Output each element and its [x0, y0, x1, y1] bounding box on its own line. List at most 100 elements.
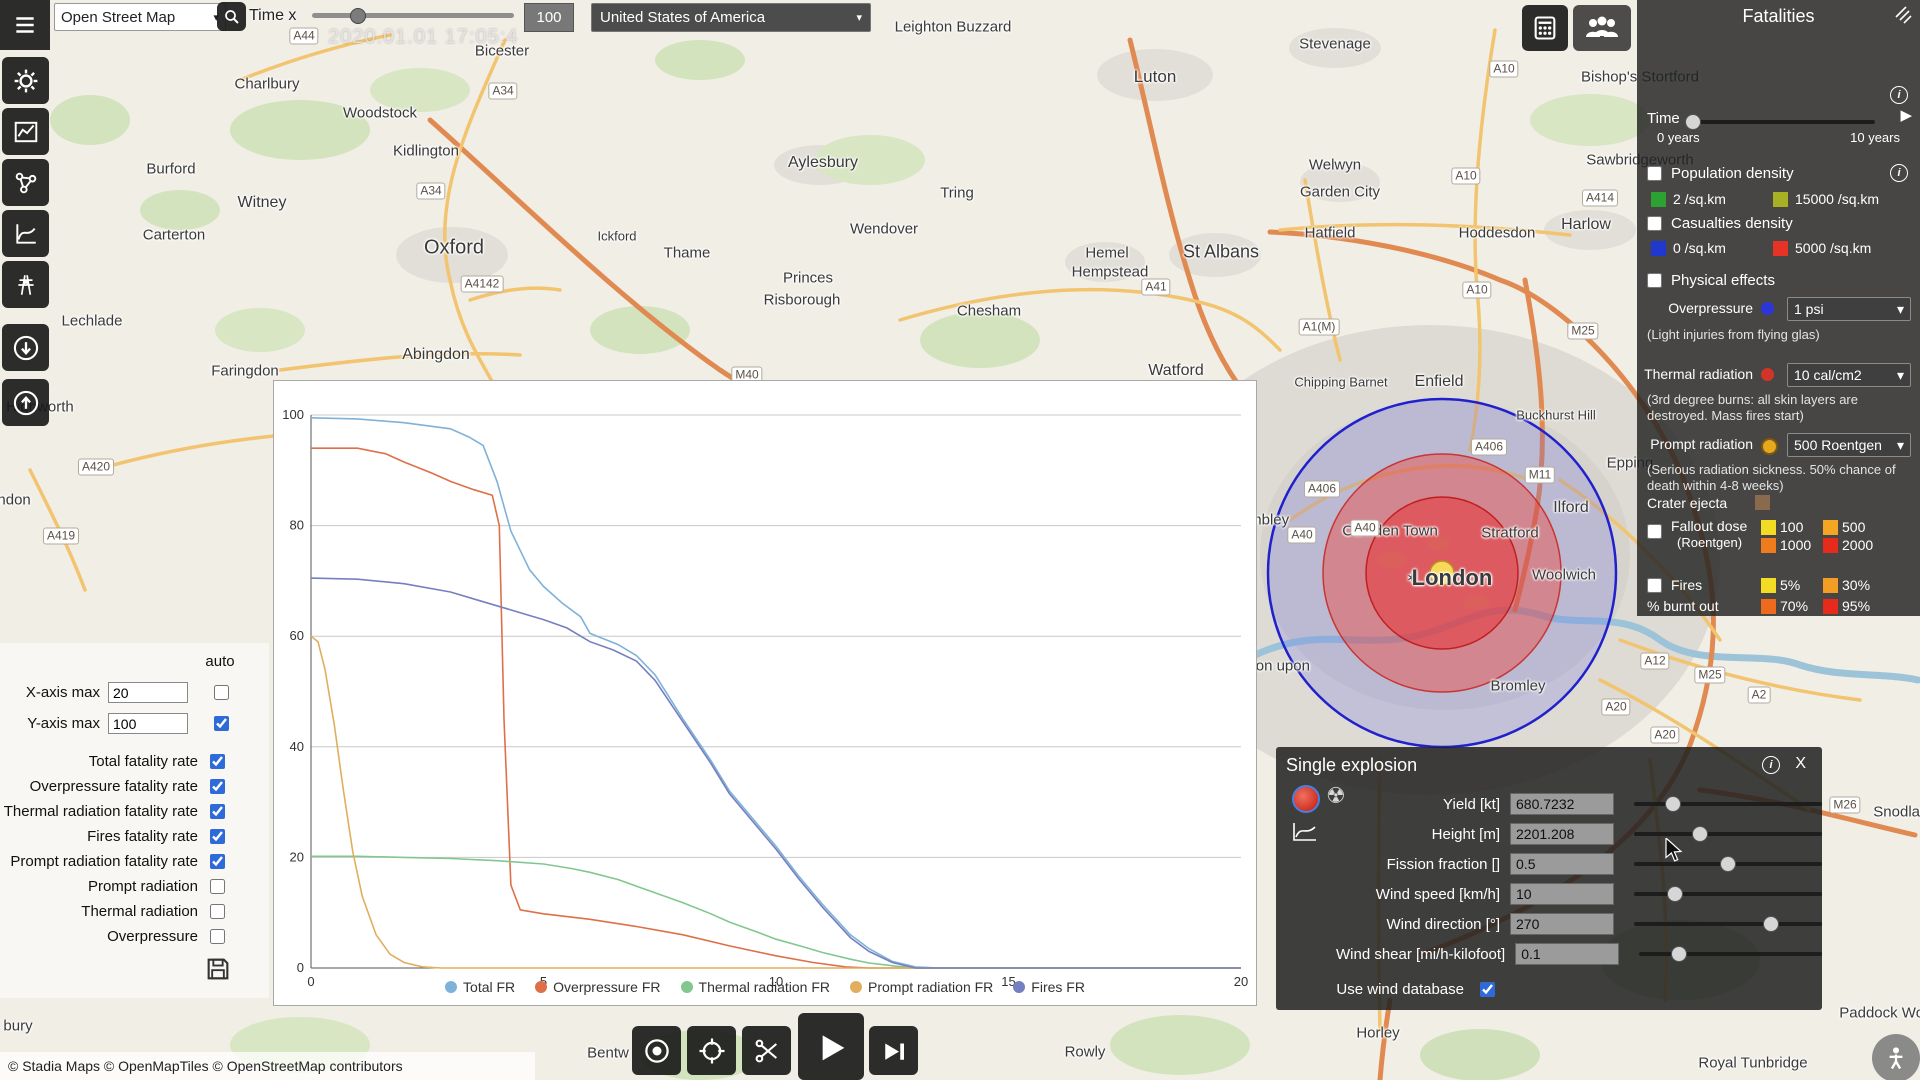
explosion-field-slider-thumb[interactable] — [1667, 886, 1684, 902]
record-button[interactable] — [632, 1026, 681, 1075]
map-style-select[interactable]: Open Street Map ▾ — [54, 3, 226, 31]
radiation-icon[interactable]: ☢ — [1326, 783, 1346, 809]
play-button[interactable] — [798, 1013, 864, 1080]
series-toggle-row: Fires fatality rate — [0, 824, 269, 849]
road-shield: A41 — [1141, 278, 1171, 296]
explosion-field-slider-thumb[interactable] — [1720, 856, 1736, 872]
close-icon[interactable]: X — [1795, 755, 1806, 773]
explosion-field-slider[interactable] — [1634, 854, 1822, 874]
legend-item: Overpressure FR — [535, 979, 661, 995]
time-multiplier-slider-thumb[interactable] — [350, 7, 367, 24]
network-button[interactable] — [2, 159, 49, 206]
explosion-field-slider-thumb[interactable] — [1671, 946, 1688, 962]
play-time-icon[interactable]: ▶ — [1900, 106, 1912, 124]
series-toggle-checkbox[interactable] — [210, 929, 225, 944]
explosion-field-input[interactable] — [1510, 883, 1615, 905]
save-chart-button[interactable] — [204, 955, 232, 988]
series-toggle-checkbox[interactable] — [210, 904, 225, 919]
thermal-select[interactable]: 10 cal/cm2 ▾ — [1787, 363, 1911, 387]
fallout-swatch — [1823, 538, 1838, 553]
search-icon — [224, 9, 239, 24]
map-label: Carterton — [142, 226, 206, 244]
settings-button[interactable] — [2, 57, 49, 104]
axis-auto-checkbox[interactable] — [214, 685, 229, 700]
map-attribution: © Stadia Maps © OpenMapTiles © OpenStree… — [0, 1052, 535, 1080]
explosion-field-slider-thumb[interactable] — [1691, 826, 1708, 842]
upload-button[interactable] — [2, 379, 49, 426]
population-button[interactable] — [1573, 5, 1631, 51]
thermal-note: (3rd degree burns: all skin layers are d… — [1647, 392, 1858, 424]
series-toggle-checkbox[interactable] — [210, 854, 225, 869]
explosion-field-input[interactable] — [1515, 943, 1620, 965]
map-label: Ilford — [1553, 499, 1589, 516]
explosion-source-button[interactable] — [1292, 785, 1320, 813]
series-toggle-checkbox[interactable] — [210, 829, 225, 844]
calculator-button[interactable] — [1522, 5, 1568, 51]
density-swatch-label: 5000 /sq.km — [1795, 240, 1872, 256]
road-shield: M25 — [1694, 666, 1726, 684]
time-multiplier-input[interactable] — [524, 3, 574, 32]
explosion-field-slider[interactable] — [1639, 944, 1822, 964]
menu-button[interactable] — [0, 0, 50, 50]
fires-checkbox[interactable] — [1647, 578, 1662, 593]
axis-max-input[interactable] — [108, 713, 188, 734]
infrastructure-button[interactable] — [2, 261, 49, 308]
explosion-field-slider[interactable] — [1634, 794, 1822, 814]
explosion-chart-button[interactable] — [1292, 821, 1318, 848]
explosion-field-slider[interactable] — [1634, 824, 1822, 844]
center-target-button[interactable] — [687, 1026, 736, 1075]
chart-window-button[interactable] — [2, 108, 49, 155]
info-icon[interactable]: i — [1762, 756, 1780, 774]
svg-text:20: 20 — [290, 849, 304, 864]
explosion-field-slider[interactable] — [1634, 914, 1822, 934]
explosion-field-input[interactable] — [1510, 793, 1615, 815]
prompt-select[interactable]: 500 Roentgen ▾ — [1787, 433, 1911, 457]
population-density-checkbox[interactable] — [1647, 166, 1662, 181]
series-toggle-checkbox[interactable] — [210, 754, 225, 769]
fallout-swatch — [1823, 520, 1838, 535]
explosion-field-slider-thumb[interactable] — [1763, 916, 1780, 932]
physical-effects-checkbox[interactable] — [1647, 273, 1662, 288]
map-label: Chesham — [956, 302, 1022, 320]
series-toggle-checkbox[interactable] — [210, 804, 225, 819]
axis-auto-checkbox[interactable] — [214, 716, 229, 731]
fallout-checkbox[interactable] — [1647, 524, 1662, 539]
explosion-field-input[interactable] — [1510, 823, 1615, 845]
explosion-field-label: Yield [kt] — [1443, 795, 1501, 813]
series-toggle-checkbox[interactable] — [210, 879, 225, 894]
spline-chart-button[interactable] — [2, 210, 49, 257]
trim-button[interactable] — [742, 1026, 791, 1075]
density-swatch-label: 2 /sq.km — [1673, 191, 1726, 207]
map-label: Hoddesdon — [1458, 224, 1536, 242]
info-icon[interactable]: i — [1890, 86, 1908, 104]
explosion-field-input[interactable] — [1510, 913, 1615, 935]
time-multiplier-slider[interactable] — [312, 7, 514, 24]
map-style-value: Open Street Map — [61, 8, 176, 26]
fires-swatch — [1823, 578, 1838, 593]
wind-db-checkbox[interactable] — [1480, 982, 1495, 997]
series-toggle-checkbox[interactable] — [210, 779, 225, 794]
info-icon[interactable]: i — [1890, 164, 1908, 182]
map-label: Swindon — [0, 491, 31, 509]
explosion-field-slider[interactable] — [1634, 884, 1822, 904]
fatalities-time-slider-thumb[interactable] — [1684, 114, 1701, 130]
explosion-field-input[interactable] — [1510, 853, 1615, 875]
download-button[interactable] — [2, 324, 49, 371]
wind-layers-icon[interactable] — [1892, 4, 1912, 28]
fatalities-time-slider[interactable] — [1684, 114, 1875, 130]
simulation-timestamp: 2020.01.01 17:05:4 — [328, 26, 519, 48]
fallout-label: Fallout dose — [1671, 518, 1748, 534]
road-shield: A2 — [1747, 686, 1771, 704]
map-label: Hatfield — [1304, 224, 1356, 242]
pylon-icon — [17, 274, 34, 295]
map-label: Faringdon — [211, 362, 279, 380]
search-button[interactable] — [217, 2, 246, 31]
skip-button[interactable] — [869, 1026, 918, 1075]
map-label: Snodland — [1873, 803, 1920, 821]
accessibility-button[interactable] — [1872, 1034, 1920, 1080]
overpressure-select[interactable]: 1 psi ▾ — [1787, 297, 1911, 321]
axis-max-input[interactable] — [108, 682, 188, 703]
casualties-density-checkbox[interactable] — [1647, 216, 1662, 231]
country-select[interactable]: United States of America ▾ — [591, 3, 871, 32]
explosion-field-slider-thumb[interactable] — [1665, 796, 1682, 812]
